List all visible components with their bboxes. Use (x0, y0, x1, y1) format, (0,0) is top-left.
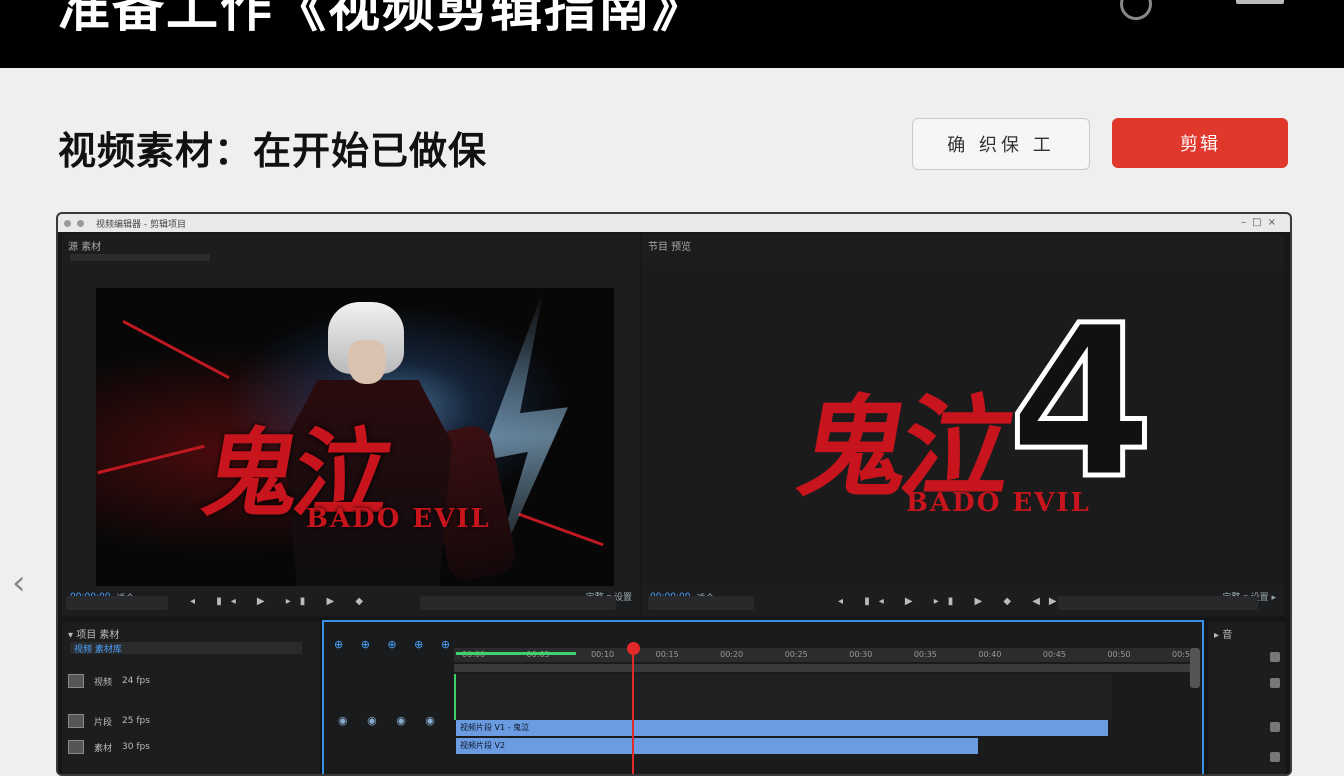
timeline-track-area[interactable] (454, 674, 1112, 720)
ruler-tick-label: 00:50 (1107, 650, 1131, 659)
source-viewer[interactable]: 鬼泣 BADO EVIL (96, 288, 614, 586)
project-panel-title[interactable]: ▾ 项目 素材 (68, 626, 119, 641)
ruler-tick-label: 00:45 (1042, 650, 1066, 659)
window-dot-icon[interactable] (64, 219, 71, 227)
audio-meter-icon[interactable] (1270, 652, 1280, 662)
program-transport-controls[interactable]: ◂ ▮◂ ▶ ▸▮ ▶ ◆ ◀▶ (838, 596, 1066, 607)
game-logo-subtitle: BADO EVIL (306, 504, 491, 534)
window-controls[interactable]: –□× (1241, 217, 1282, 228)
clip-name: 片段 (94, 717, 113, 728)
source-transport-controls[interactable]: ◂ ▮◂ ▶ ▸▮ ▶ ◆ (190, 596, 372, 607)
video-clip[interactable]: 视频片段 V2 (456, 738, 978, 754)
window-title: 视频编辑器 - 剪辑项目 (96, 219, 186, 230)
red-streak-decoration (97, 444, 205, 475)
source-scrub-bar[interactable] (420, 596, 616, 610)
timeline-tools[interactable]: ⊕ ⊕ ⊕ ⊕ ⊕ (334, 638, 457, 651)
profile-icon[interactable] (1120, 0, 1152, 20)
list-item[interactable]: 视频 24 fps (68, 672, 308, 690)
menu-icon[interactable] (1236, 0, 1284, 4)
ruler-tick-label: 00:15 (655, 650, 679, 659)
audio-meter-panel: ▸ 音 (1208, 622, 1286, 774)
audio-panel-title: ▸ 音 (1214, 630, 1233, 641)
ruler-tick-label: 00:20 (720, 650, 744, 659)
clip-thumbnail-icon (68, 714, 84, 728)
top-banner: 准备工作《视频剪辑指南》 (0, 0, 1344, 68)
red-streak-decoration (518, 512, 604, 547)
primary-button[interactable]: 剪辑 (1112, 118, 1288, 168)
window-titlebar: 视频编辑器 - 剪辑项目 –□× (58, 214, 1290, 232)
audio-meter-icon[interactable] (1270, 752, 1280, 762)
red-streak-decoration (122, 320, 230, 379)
audio-meter-icon[interactable] (1270, 722, 1280, 732)
clip-meta: 30 fps (122, 742, 150, 752)
list-item[interactable]: 片段 25 fps (68, 712, 308, 730)
character-face (348, 340, 386, 384)
program-monitor-panel: 节目 预览 鬼泣 4 BADO EVIL 00:00:00 适合 完整 ▾ 设置… (642, 234, 1284, 616)
program-scrub-bar[interactable] (1058, 596, 1258, 610)
ruler-tick-label: 00:30 (849, 650, 873, 659)
program-transport-slider[interactable] (648, 596, 754, 610)
section-title: 视频素材：在开始已做保 (58, 129, 488, 173)
program-panel-title: 节目 预览 (648, 242, 692, 253)
clip-meta: 25 fps (122, 716, 150, 726)
source-transport-slider[interactable] (66, 596, 168, 610)
audio-meter-icon[interactable] (1270, 678, 1280, 688)
game-logo-subtitle: BADO EVIL (906, 488, 1091, 518)
page-heading: 准备工作《视频剪辑指南》 (58, 0, 707, 39)
secondary-button[interactable]: 确 织保 工 (912, 118, 1090, 170)
timeline-scrollbar[interactable] (1190, 648, 1200, 688)
clip-name: 视频 (94, 677, 113, 688)
source-panel-tabbar[interactable] (70, 254, 210, 261)
timeline-track-header (454, 664, 1194, 672)
ruler-tick-label: 00:40 (978, 650, 1002, 659)
lower-workspace: ▾ 项目 素材 视频 素材库 视频 24 fps 片段 25 fps 素材 30… (58, 618, 1290, 774)
previous-arrow-icon[interactable]: ‹ (12, 566, 26, 600)
program-viewer[interactable]: 鬼泣 4 BADO EVIL (642, 266, 1284, 586)
timeline-ruler[interactable]: 00:0000:0500:1000:1500:2000:2500:3000:35… (454, 648, 1195, 662)
clip-meta: 24 fps (122, 676, 150, 686)
project-panel: ▾ 项目 素材 视频 素材库 视频 24 fps 片段 25 fps 素材 30… (62, 622, 320, 774)
video-clip[interactable]: 视频片段 V1 - 鬼泣 (456, 720, 1108, 736)
clip-name: 素材 (94, 743, 113, 754)
game-logo-number: 4 (1005, 280, 1156, 525)
clip-thumbnail-icon (68, 740, 84, 754)
source-panel-title: 源 素材 (68, 242, 102, 253)
playhead-handle[interactable] (626, 642, 640, 655)
ruler-tick-label: 00:10 (591, 650, 615, 659)
project-tab[interactable]: 视频 素材库 (70, 642, 302, 655)
list-item[interactable]: 素材 30 fps (68, 738, 308, 756)
ruler-tick-label: 00:25 (784, 650, 808, 659)
track-toggle-icons[interactable]: ◉ ◉ ◉ ◉ (338, 714, 443, 727)
window-dot-icon[interactable] (77, 219, 84, 227)
source-monitor-panel: 源 素材 鬼泣 BADO EVIL 00:00:00 适合 完整 ▾ 设置 (62, 234, 640, 616)
video-editor-window: 视频编辑器 - 剪辑项目 –□× 源 素材 鬼泣 BADO EVIL 00:00… (56, 212, 1292, 776)
ruler-tick-label: 00:35 (913, 650, 937, 659)
playhead[interactable] (631, 642, 634, 774)
work-area-bar[interactable] (456, 652, 576, 655)
timeline-panel[interactable]: ⊕ ⊕ ⊕ ⊕ ⊕ 00:0000:0500:1000:1500:2000:25… (322, 620, 1204, 774)
clip-thumbnail-icon (68, 674, 84, 688)
